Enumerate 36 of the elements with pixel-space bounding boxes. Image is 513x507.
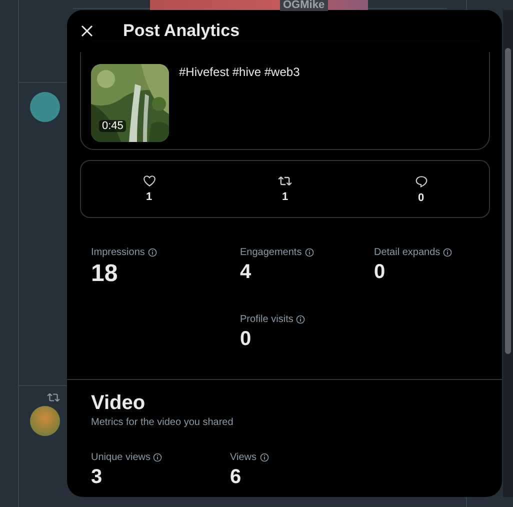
section-title: Video [91,392,146,415]
engagement-count: 0 [418,192,424,204]
repost-icon [278,175,292,187]
dialog-title: Post Analytics [123,21,240,41]
metric-label: Engagements [240,247,302,258]
info-icon[interactable] [148,248,157,257]
metric-value: 0 [240,327,252,351]
metric-label: Detail expands [374,247,440,258]
engagement-count: 1 [146,191,152,203]
scrollbar-thumb[interactable] [505,48,511,354]
metric-label: Profile visits [240,314,294,325]
avatar[interactable] [30,92,60,122]
metric-value: 0 [374,260,386,284]
metric-value: 6 [230,465,242,489]
video-duration: 0:45 [99,120,126,132]
speech-bubble-icon [414,174,428,188]
close-button[interactable] [79,23,95,39]
close-icon [81,25,93,37]
heart-icon [142,175,156,187]
metric-value: 4 [240,260,252,284]
metric-value: 3 [91,465,104,489]
metric-label: Unique views [91,452,150,463]
profile-name: OGMike [280,0,328,11]
repost-icon [47,392,60,403]
info-icon[interactable] [304,248,314,257]
section-subtitle: Metrics for the video you shared [91,417,234,428]
metric-value: 18 [91,260,119,288]
avatar[interactable] [30,406,60,436]
metric-label: Views [230,452,256,463]
metric-label: Impressions [91,247,145,258]
info-icon[interactable] [260,453,268,462]
info-icon[interactable] [296,315,306,324]
engagement-count: 1 [282,191,288,203]
post-text: #Hivefest #hive #web3 [179,64,300,81]
info-icon[interactable] [153,453,162,462]
info-icon[interactable] [443,248,452,257]
